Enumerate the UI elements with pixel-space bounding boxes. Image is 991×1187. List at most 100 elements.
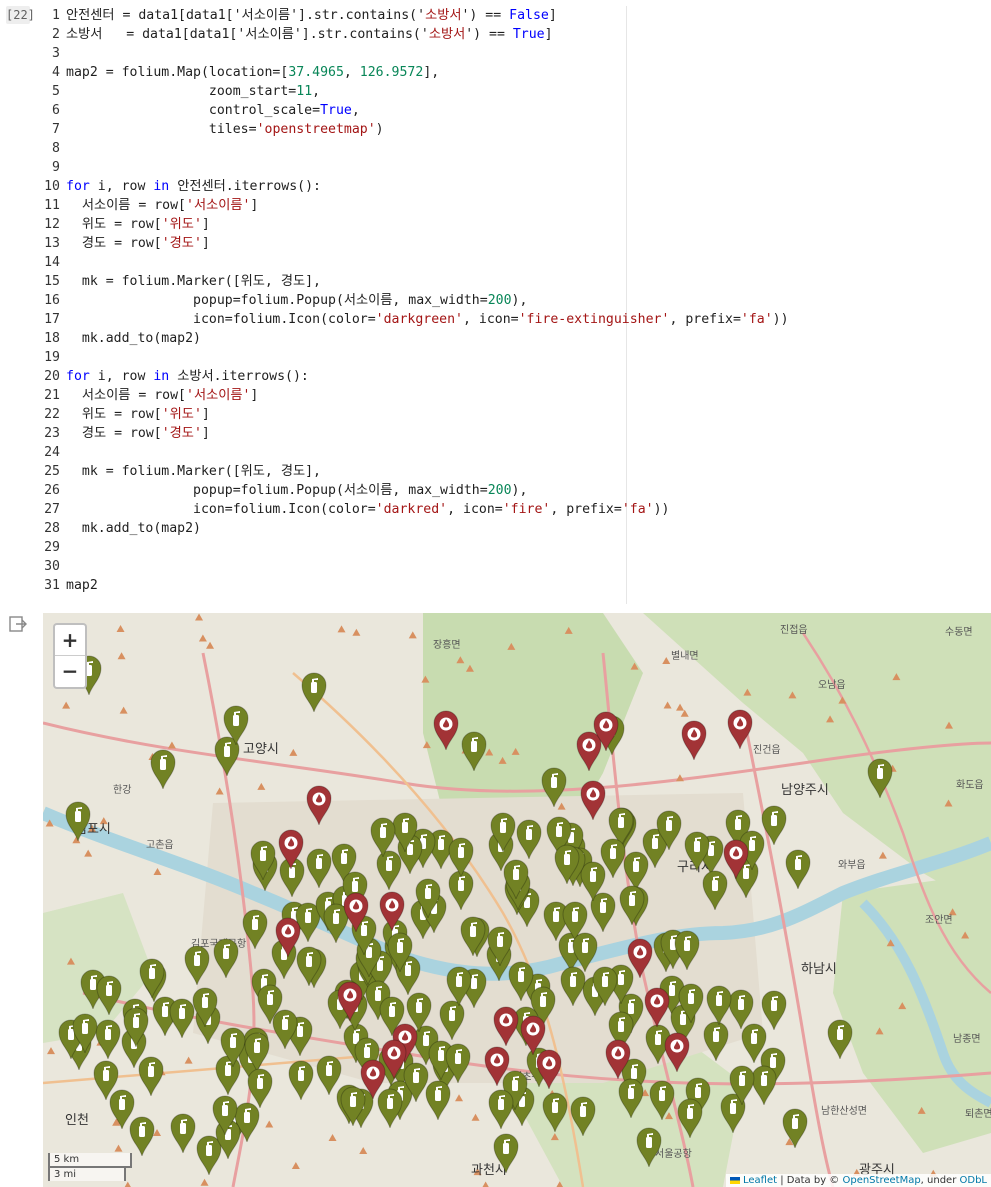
fire-extinguisher-marker[interactable]	[212, 1095, 238, 1137]
output-icon[interactable]	[8, 614, 28, 634]
fire-extinguisher-marker[interactable]	[96, 975, 122, 1017]
fire-extinguisher-marker[interactable]	[618, 1078, 644, 1120]
fire-station-marker[interactable]	[306, 785, 332, 827]
zoom-control[interactable]: + −	[53, 623, 87, 689]
fire-station-marker[interactable]	[343, 892, 369, 934]
fire-extinguisher-marker[interactable]	[493, 1133, 519, 1175]
fire-extinguisher-marker[interactable]	[656, 810, 682, 852]
fire-extinguisher-marker[interactable]	[65, 801, 91, 843]
fire-extinguisher-marker[interactable]	[445, 1043, 471, 1085]
fire-extinguisher-marker[interactable]	[72, 1013, 98, 1055]
fire-station-marker[interactable]	[593, 711, 619, 753]
fire-extinguisher-marker[interactable]	[242, 909, 268, 951]
fire-extinguisher-marker[interactable]	[387, 932, 413, 974]
zoom-out-button[interactable]: −	[55, 656, 85, 686]
fire-extinguisher-marker[interactable]	[490, 812, 516, 854]
fire-station-marker[interactable]	[681, 720, 707, 762]
fire-extinguisher-marker[interactable]	[542, 1092, 568, 1134]
leaflet-link[interactable]: Leaflet	[743, 1175, 777, 1186]
fire-extinguisher-marker[interactable]	[93, 1060, 119, 1102]
fire-extinguisher-marker[interactable]	[448, 837, 474, 879]
fire-station-marker[interactable]	[664, 1032, 690, 1074]
fire-extinguisher-marker[interactable]	[678, 983, 704, 1025]
fire-station-marker[interactable]	[493, 1006, 519, 1048]
fire-extinguisher-marker[interactable]	[554, 844, 580, 886]
fire-extinguisher-marker[interactable]	[150, 749, 176, 791]
zoom-in-button[interactable]: +	[55, 625, 85, 656]
fire-extinguisher-marker[interactable]	[370, 817, 396, 859]
fire-station-marker[interactable]	[723, 839, 749, 881]
fire-station-marker[interactable]	[433, 710, 459, 752]
fire-extinguisher-marker[interactable]	[600, 838, 626, 880]
fire-extinguisher-marker[interactable]	[250, 840, 276, 882]
fire-extinguisher-marker[interactable]	[169, 998, 195, 1040]
fire-extinguisher-marker[interactable]	[684, 831, 710, 873]
fire-extinguisher-marker[interactable]	[592, 966, 618, 1008]
fire-station-marker[interactable]	[381, 1039, 407, 1081]
fire-station-marker[interactable]	[379, 891, 405, 933]
fire-station-marker[interactable]	[337, 981, 363, 1023]
fire-extinguisher-marker[interactable]	[785, 849, 811, 891]
folium-map[interactable]: 장흥면 별내면 진접읍 수동면 오남읍 고양시 진건읍 화도읍 남양주시 김포시 고촌읍 구리시 와부읍…	[43, 613, 991, 1187]
fire-extinguisher-marker[interactable]	[446, 966, 472, 1008]
fire-extinguisher-marker[interactable]	[649, 1080, 675, 1122]
fire-extinguisher-marker[interactable]	[301, 672, 327, 714]
fire-station-marker[interactable]	[627, 938, 653, 980]
fire-extinguisher-marker[interactable]	[503, 859, 529, 901]
fire-extinguisher-marker[interactable]	[487, 926, 513, 968]
code-line: 10 for i, row in 안전센터.iterrows():	[44, 177, 321, 196]
fire-station-marker[interactable]	[484, 1046, 510, 1088]
fire-extinguisher-marker[interactable]	[827, 1019, 853, 1061]
fire-extinguisher-marker[interactable]	[95, 1019, 121, 1061]
fire-extinguisher-marker[interactable]	[170, 1113, 196, 1155]
fire-extinguisher-marker[interactable]	[139, 958, 165, 1000]
code-editor[interactable]: 1 안전센터 = data1[data1['서소이름'].str.contains…	[44, 6, 789, 604]
odbl-link[interactable]: ODbL	[960, 1175, 988, 1186]
fire-extinguisher-marker[interactable]	[619, 885, 645, 927]
fire-extinguisher-marker[interactable]	[782, 1108, 808, 1150]
fire-extinguisher-marker[interactable]	[560, 966, 586, 1008]
fire-extinguisher-marker[interactable]	[415, 878, 441, 920]
fire-station-marker[interactable]	[275, 917, 301, 959]
fire-extinguisher-marker[interactable]	[541, 767, 567, 809]
code-line: 13 경도 = row['경도']	[44, 234, 210, 253]
fire-extinguisher-marker[interactable]	[288, 1060, 314, 1102]
fire-extinguisher-marker[interactable]	[460, 916, 486, 958]
fire-station-marker[interactable]	[278, 829, 304, 871]
fire-extinguisher-marker[interactable]	[636, 1127, 662, 1169]
fire-extinguisher-marker[interactable]	[123, 1007, 149, 1049]
fire-extinguisher-marker[interactable]	[138, 1056, 164, 1098]
line-number: 3	[52, 46, 60, 61]
scale-mi: 3 mi	[48, 1166, 126, 1181]
fire-extinguisher-marker[interactable]	[223, 705, 249, 747]
fire-extinguisher-marker[interactable]	[703, 1021, 729, 1063]
fire-extinguisher-marker[interactable]	[729, 1065, 755, 1107]
fire-extinguisher-marker[interactable]	[674, 930, 700, 972]
code-cell[interactable]: [22] 1 안전센터 = data1[data1['서소이름'].str.con…	[0, 0, 991, 606]
fire-extinguisher-marker[interactable]	[129, 1116, 155, 1158]
fire-station-marker[interactable]	[644, 987, 670, 1029]
fire-extinguisher-marker[interactable]	[741, 1023, 767, 1065]
fire-extinguisher-marker[interactable]	[306, 848, 332, 890]
fire-extinguisher-marker[interactable]	[706, 985, 732, 1027]
fire-extinguisher-marker[interactable]	[220, 1027, 246, 1069]
fire-extinguisher-icon	[542, 1092, 568, 1134]
fire-station-marker[interactable]	[580, 780, 606, 822]
fire-station-marker[interactable]	[727, 709, 753, 751]
osm-link[interactable]: OpenStreetMap	[842, 1175, 920, 1186]
fire-extinguisher-marker[interactable]	[316, 1055, 342, 1097]
fire-extinguisher-marker[interactable]	[516, 819, 542, 861]
fire-extinguisher-marker[interactable]	[461, 731, 487, 773]
fire-extinguisher-marker[interactable]	[867, 758, 893, 800]
fire-extinguisher-marker[interactable]	[184, 945, 210, 987]
fire-extinguisher-marker[interactable]	[244, 1032, 270, 1074]
fire-extinguisher-marker[interactable]	[192, 987, 218, 1029]
fire-extinguisher-marker[interactable]	[570, 1096, 596, 1138]
fire-station-marker[interactable]	[520, 1015, 546, 1057]
fire-extinguisher-marker[interactable]	[488, 1089, 514, 1131]
fire-extinguisher-marker[interactable]	[247, 1068, 273, 1110]
fire-extinguisher-marker[interactable]	[257, 984, 283, 1026]
fire-station-marker[interactable]	[605, 1039, 631, 1081]
fire-extinguisher-marker[interactable]	[677, 1098, 703, 1140]
fire-extinguisher-marker[interactable]	[213, 938, 239, 980]
